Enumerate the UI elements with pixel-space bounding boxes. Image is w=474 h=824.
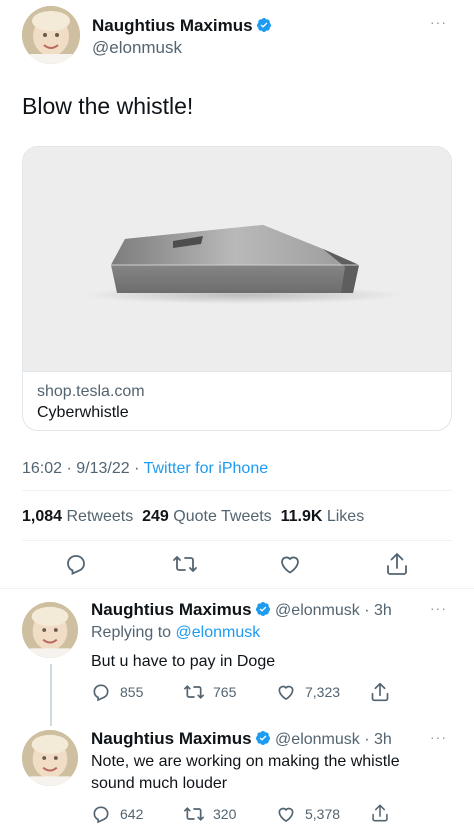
share-icon[interactable] <box>370 681 390 703</box>
reply-author-name[interactable]: Naughtius Maximus <box>91 729 252 748</box>
quotes-count: 249 <box>142 508 169 525</box>
cyberwhistle-image <box>83 225 403 304</box>
reply-text-line: sound much louder <box>91 775 228 792</box>
divider <box>22 490 452 491</box>
likes-count: 11.9K <box>280 508 323 525</box>
reply-header: Naughtius Maximus @elonmusk · 3h <box>91 729 392 749</box>
retweets-count: 320 <box>213 806 237 822</box>
link-card[interactable]: shop.tesla.com Cyberwhistle <box>22 146 452 431</box>
card-domain[interactable]: shop.tesla.com <box>37 383 145 401</box>
share-icon[interactable] <box>370 803 390 823</box>
heart-icon[interactable] <box>276 804 296 824</box>
divider <box>22 540 452 541</box>
thread-line <box>50 664 52 726</box>
tweet-text: Blow the whistle! <box>22 93 194 119</box>
likes-count: 7,323 <box>305 684 341 700</box>
reply-author-handle[interactable]: @elonmusk <box>275 731 360 748</box>
heart-icon[interactable] <box>278 552 302 576</box>
retweet-icon[interactable] <box>183 682 205 702</box>
reply-text: But u have to pay in Doge <box>91 653 276 670</box>
tweet-meta: 16:02 · 9/13/22 · Twitter for iPhone <box>22 460 268 478</box>
reply-time[interactable]: · 3h <box>364 731 392 748</box>
likes-count: 5,378 <box>305 806 341 822</box>
replying-prefix: Replying to <box>91 624 172 641</box>
reply-time[interactable]: · 3h <box>364 602 392 619</box>
reply-text-line: Note, we are working on making the whist… <box>91 753 400 770</box>
retweets-count: 765 <box>213 684 237 700</box>
retweets-stat[interactable]: 1,084 Retweets <box>22 508 133 525</box>
avatar-image <box>22 602 78 658</box>
retweets-label: Retweets <box>66 508 134 525</box>
likes-stat[interactable]: 11.9K Likes <box>281 508 365 525</box>
divider <box>0 588 474 589</box>
reply-icon[interactable] <box>91 682 111 702</box>
avatar-image <box>22 6 80 64</box>
replies-count: 855 <box>120 684 144 700</box>
verified-badge-icon <box>255 731 270 745</box>
reply-author-handle[interactable]: @elonmusk <box>275 602 360 619</box>
author-name[interactable]: Naughtius Maximus <box>92 16 253 35</box>
avatar-image <box>22 730 78 786</box>
author-name-row: Naughtius Maximus <box>92 16 272 36</box>
reply-icon[interactable] <box>91 804 111 824</box>
reply-header: Naughtius Maximus @elonmusk · 3h <box>91 600 392 620</box>
tweet-time[interactable]: 16:02 <box>22 460 62 477</box>
reply-author-name[interactable]: Naughtius Maximus <box>91 600 252 619</box>
share-icon[interactable] <box>385 551 409 577</box>
quotes-stat[interactable]: 249 Quote Tweets <box>142 508 272 525</box>
heart-icon[interactable] <box>276 682 296 702</box>
verified-badge-icon <box>256 18 271 32</box>
meta-separator: · <box>134 460 140 477</box>
reply-actions: 855 765 7,323 <box>91 681 451 703</box>
more-icon[interactable]: ··· <box>430 600 447 616</box>
retweets-count: 1,084 <box>22 508 63 525</box>
tweet-date[interactable]: 9/13/22 <box>76 460 129 477</box>
card-image <box>23 147 451 372</box>
quotes-label: Quote Tweets <box>173 508 272 525</box>
likes-label: Likes <box>326 508 365 525</box>
replying-handle[interactable]: @elonmusk <box>176 624 261 641</box>
card-title[interactable]: Cyberwhistle <box>37 404 129 422</box>
reply-text: Note, we are working on making the whist… <box>91 751 461 795</box>
author-handle[interactable]: @elonmusk <box>92 38 182 58</box>
replies-count: 642 <box>120 806 144 822</box>
author-avatar[interactable] <box>22 6 80 64</box>
meta-separator: · <box>66 460 72 477</box>
tweet-stats: 1,084 Retweets 249 Quote Tweets 11.9K Li… <box>22 508 364 526</box>
retweet-icon[interactable] <box>183 804 205 824</box>
reply-actions: 642 320 5,378 <box>91 803 451 824</box>
verified-badge-icon <box>255 602 270 616</box>
more-icon[interactable]: ··· <box>430 14 447 30</box>
retweet-icon[interactable] <box>172 552 198 576</box>
tweet-source[interactable]: Twitter for iPhone <box>144 460 269 477</box>
reply-author-avatar[interactable] <box>22 602 78 658</box>
reply-author-avatar[interactable] <box>22 730 78 786</box>
more-icon[interactable]: ··· <box>430 729 447 745</box>
replying-to: Replying to @elonmusk <box>91 624 260 642</box>
reply-icon[interactable] <box>64 552 88 576</box>
